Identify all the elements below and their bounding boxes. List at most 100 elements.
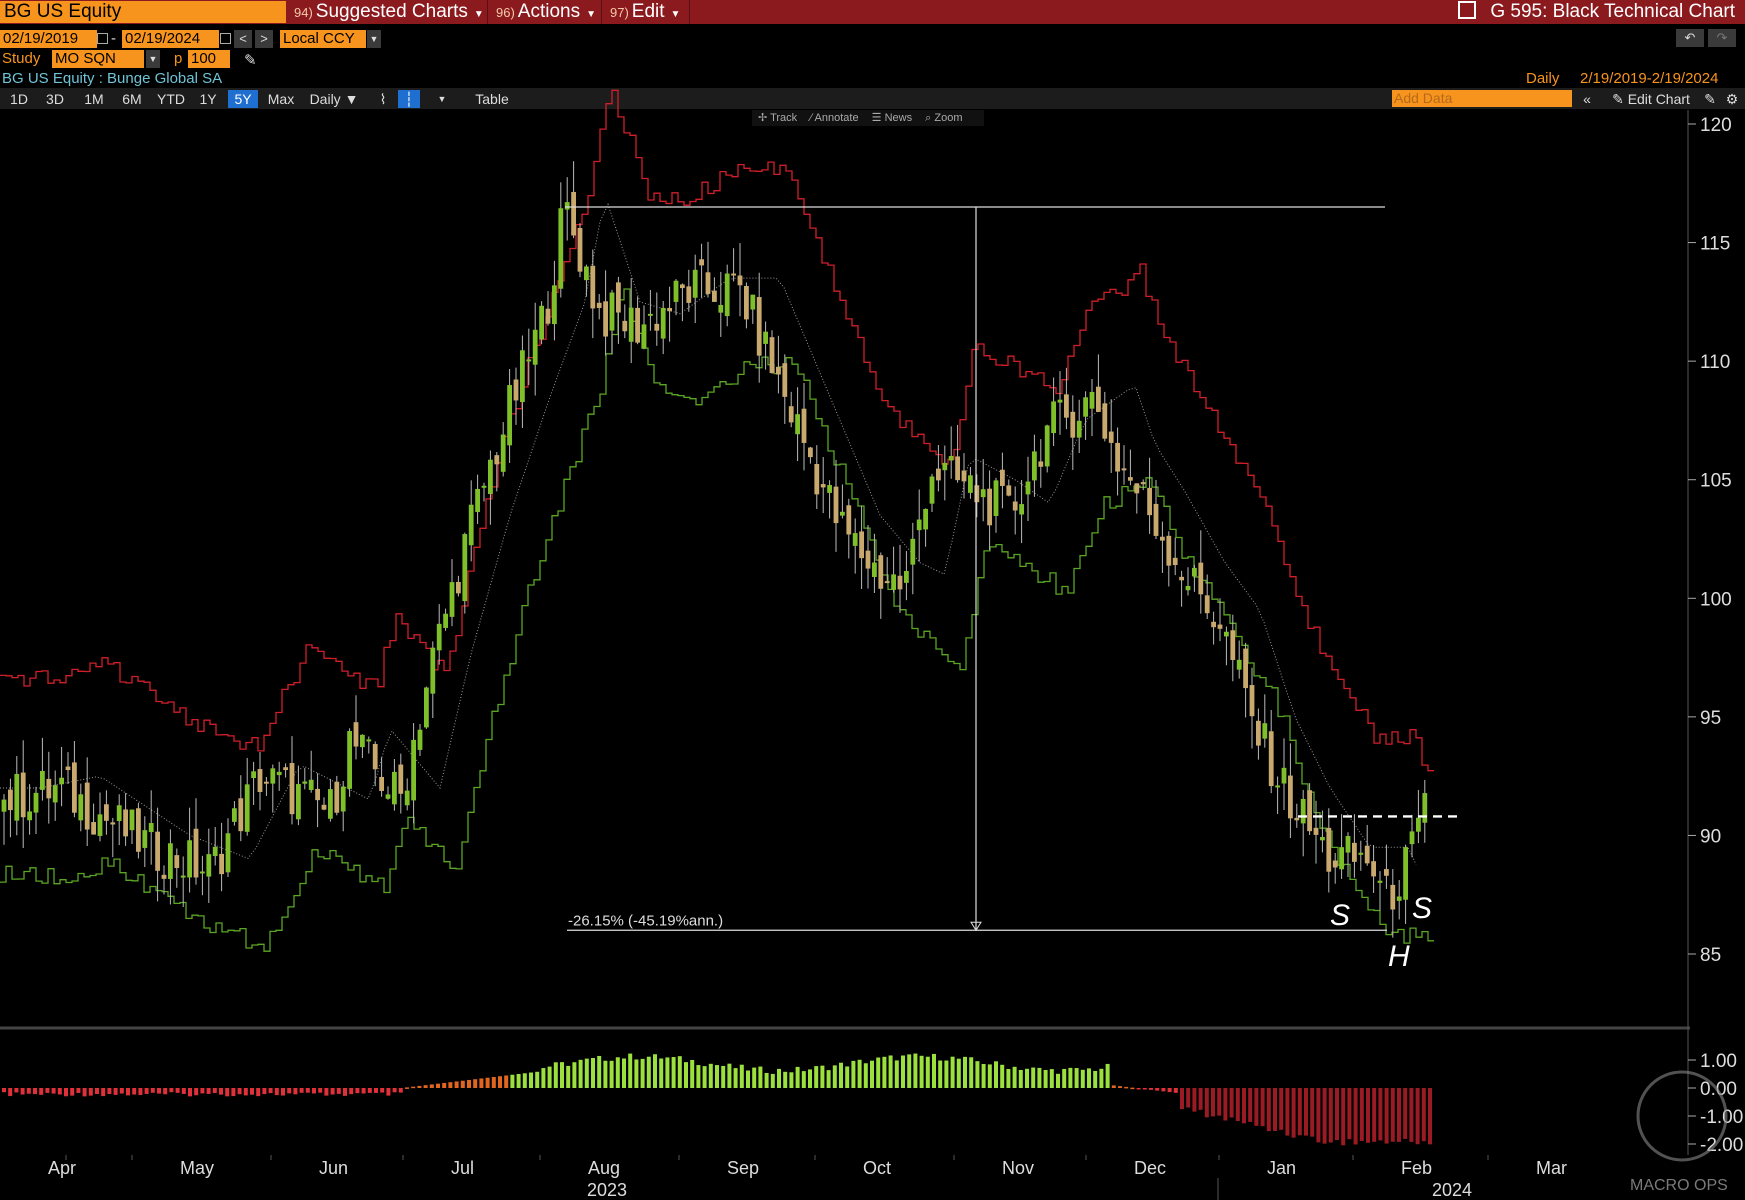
up-candle [468,504,474,546]
actions-menu[interactable]: 96) Actions ▼ [490,0,602,24]
oscillator-bar [374,1088,378,1093]
news-tool[interactable]: ☰ News [872,112,912,124]
up-candle [1377,880,1383,883]
menu-number: 96) [496,5,515,20]
candle-chart-icon[interactable]: ┆ [398,90,420,108]
period-button-3d[interactable]: 3D [40,90,70,108]
price-chart[interactable]: 120 115 110 105 100 95 90 85 -26.15% (-45.19%ann… [0,0,1745,1200]
track-tool[interactable]: ✢ Track [758,112,797,124]
oscillator-bar [126,1088,130,1096]
down-candle [801,408,807,443]
oscillator-bar [175,1088,180,1093]
x-year-label: 2023 [587,1180,627,1200]
down-candle [136,808,141,852]
oscillator-bar [479,1078,484,1088]
table-button[interactable]: Table [464,90,520,108]
up-candle [462,534,468,602]
oscillator-bar [417,1085,422,1088]
head-annotation: H [1388,940,1410,973]
menu-number: 97) [610,5,629,20]
study-select[interactable]: MO SQN [52,50,144,68]
oscillator-bar [1335,1088,1339,1140]
chevron-down-icon[interactable]: ▼ [367,30,381,48]
period-button-6m[interactable]: 6M [116,90,148,108]
suggested-charts-menu[interactable]: 94) Suggested Charts ▼ [288,0,488,24]
collapse-icon[interactable]: « [1578,90,1596,108]
down-candle [1147,487,1152,516]
up-candle [980,489,986,498]
down-candle [1294,817,1300,821]
down-candle [161,874,167,879]
redo-icon[interactable]: ↷ [1708,29,1736,47]
annotate-tool[interactable]: ∕ Annotate [810,112,858,124]
down-candle [820,484,826,488]
add-data-input[interactable]: Add Data [1392,90,1572,107]
oscillator-bar [876,1057,881,1088]
currency-select[interactable]: Local CCY [280,30,366,48]
edit-menu[interactable]: 97) Edit ▼ [604,0,690,24]
undo-icon[interactable]: ↶ [1676,29,1704,47]
pencil-icon[interactable]: ✎ [244,51,257,69]
down-candle [1204,595,1210,614]
down-candle [1256,720,1261,746]
oscillator-bar [956,1058,961,1088]
osc-tick-label: -1.00 [1700,1107,1743,1128]
next-period-button[interactable]: > [255,30,273,48]
period-button-ytd[interactable]: YTD [152,90,190,108]
x-month-label: Apr [48,1158,76,1178]
line-chart-icon[interactable]: ⌇ [372,90,394,108]
oscillator-bar [646,1056,651,1088]
period-button-1y[interactable]: 1Y [194,90,222,108]
watermark-text: MACRO OPS [1630,1177,1728,1194]
oscillator-bar [609,1060,614,1088]
gear-icon[interactable]: ⚙ [1722,90,1742,108]
oscillator-bar [1186,1088,1191,1108]
end-date-input[interactable]: 02/19/2024 [122,30,219,48]
oscillator-bar [287,1088,292,1094]
up-candle [1076,420,1082,438]
calendar-icon[interactable] [97,33,108,44]
up-candle [1019,504,1024,515]
chevron-down-icon[interactable]: ▼ [146,50,160,68]
frequency-dropdown[interactable]: Daily ▼ [304,90,364,108]
down-candle [1230,630,1236,661]
down-candle [571,191,576,236]
oscillator-bar [1043,1069,1048,1088]
period-button-5y[interactable]: 5Y [228,90,258,108]
down-candle [219,853,224,875]
oscillator-bar [1390,1088,1395,1142]
oscillator-bar [696,1065,701,1088]
up-candle [1,799,7,812]
up-candle [532,329,538,365]
up-candle [993,480,999,517]
oscillator-bar [845,1066,850,1088]
edit-chart-button[interactable]: ✎ Edit Chart [1600,90,1702,108]
zoom-tool[interactable]: ⌕ Zoom [925,112,962,124]
up-candle [443,613,448,628]
up-candle [168,843,173,879]
oscillator-bar [820,1065,825,1088]
chevron-down-icon[interactable]: ▼ [430,90,454,108]
ticker-input[interactable]: BG US Equity [0,1,286,23]
oscillator-bar [628,1053,633,1088]
up-candle [795,414,800,435]
down-candle [1364,845,1370,864]
oscillator-bar [1310,1088,1315,1137]
oscillator-bar [119,1088,124,1094]
p-input[interactable]: 100 [188,50,230,68]
oscillator-bar [870,1060,874,1088]
period-button-1d[interactable]: 1D [4,90,34,108]
calendar-icon[interactable] [220,33,231,44]
period-button-max[interactable]: Max [264,90,298,108]
edit-legend-icon[interactable]: ✎ [1700,90,1720,108]
start-date-input[interactable]: 02/19/2019 [0,30,97,48]
popout-icon[interactable] [1458,1,1477,19]
annotate-label: Annotate [814,112,859,124]
oscillator-bar [857,1059,862,1088]
oscillator-bar [1353,1088,1358,1145]
prev-period-button[interactable]: < [234,30,252,48]
down-candle [1352,842,1357,862]
period-button-1m[interactable]: 1M [78,90,110,108]
oscillator-bar [597,1055,602,1088]
oscillator-bar [1124,1086,1129,1089]
